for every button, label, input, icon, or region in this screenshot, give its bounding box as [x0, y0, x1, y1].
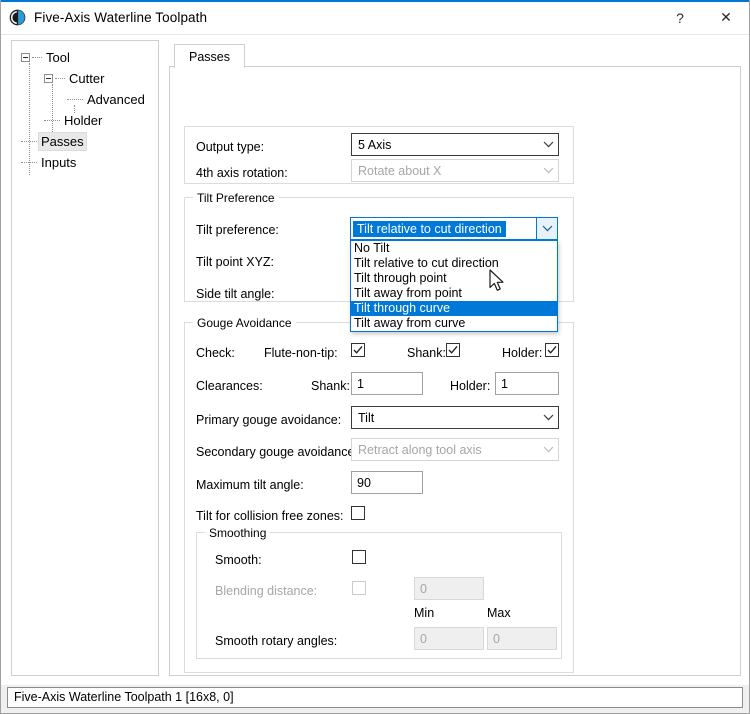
chevron-down-icon — [538, 414, 558, 421]
shank-check-label: Shank: — [407, 346, 446, 360]
title-accent-bar — [1, 0, 749, 2]
blending-distance-label: Blending distance: — [215, 584, 318, 598]
primary-gouge-avoidance-value: Tilt — [358, 410, 375, 425]
close-button[interactable]: ✕ — [703, 2, 749, 34]
sidebar-item-tool[interactable]: Tool — [12, 47, 158, 68]
clearances-label: Clearances: — [196, 379, 263, 393]
blending-distance-checkbox — [352, 581, 366, 595]
tilt-preference-dropdown-list[interactable]: No Tilt Tilt relative to cut direction T… — [350, 240, 558, 332]
sidebar-item-label: Tool — [46, 50, 70, 65]
tilt-for-collision-free-zones-label: Tilt for collision free zones: — [196, 509, 344, 523]
sidebar-item-label: Advanced — [87, 92, 145, 107]
secondary-gouge-avoidance-label: Secondary gouge avoidance: — [196, 445, 358, 459]
maximum-tilt-angle-label: Maximum tilt angle: — [196, 478, 304, 492]
tilt-for-collision-free-zones-checkbox[interactable] — [351, 506, 365, 520]
dropdown-option-tilt-through-curve[interactable]: Tilt through curve — [351, 301, 557, 316]
status-bar: Five-Axis Waterline Toolpath 1 [16x8, 0] — [1, 685, 749, 713]
smooth-label: Smooth: — [215, 553, 262, 567]
tree-connector — [44, 119, 60, 122]
status-text: Five-Axis Waterline Toolpath 1 [16x8, 0] — [7, 686, 743, 708]
fourth-axis-rotation-value: Rotate about X — [358, 163, 442, 178]
blending-distance-input: 0 — [414, 577, 484, 600]
maximum-tilt-angle-input[interactable]: 90 — [351, 471, 423, 494]
primary-gouge-avoidance-label: Primary gouge avoidance: — [196, 413, 342, 427]
dialog-body: Tool Cutter Advanced Holder Passes Input… — [1, 35, 749, 685]
clearance-holder-label: Holder: — [450, 379, 491, 393]
flute-non-tip-label: Flute-non-tip: — [264, 346, 338, 360]
dropdown-option-tilt-relative-to-cut-direction[interactable]: Tilt relative to cut direction — [351, 256, 557, 271]
chevron-down-icon[interactable] — [536, 218, 557, 239]
holder-checkbox[interactable] — [545, 343, 559, 357]
smooth-rotary-angles-min-input: 0 — [414, 627, 484, 650]
clearance-shank-input[interactable]: 1 — [351, 372, 423, 395]
dropdown-option-tilt-away-from-curve[interactable]: Tilt away from curve — [351, 316, 557, 331]
sidebar-item-inputs[interactable]: Inputs — [12, 152, 158, 173]
navigation-tree[interactable]: Tool Cutter Advanced Holder Passes Input… — [11, 40, 159, 676]
tilt-point-xyz-label: Tilt point XYZ: — [196, 255, 275, 269]
tilt-preference-label: Tilt preference: — [196, 223, 279, 237]
help-button[interactable]: ? — [657, 2, 703, 34]
dropdown-option-no-tilt[interactable]: No Tilt — [351, 241, 557, 256]
min-column-label: Min — [414, 606, 435, 620]
tab-passes[interactable]: Passes — [174, 44, 245, 68]
shank-checkbox[interactable] — [446, 343, 460, 357]
smooth-rotary-angles-max-input: 0 — [487, 627, 557, 650]
title-bar: Five-Axis Waterline Toolpath ? ✕ — [1, 0, 749, 35]
expander-icon-cutter[interactable] — [44, 74, 53, 83]
output-panel: Output type: 5 Axis 4th axis rotation: R… — [184, 126, 574, 184]
window-title: Five-Axis Waterline Toolpath — [34, 10, 208, 25]
sidebar-item-label: Cutter — [69, 71, 105, 86]
sidebar-item-label: Passes — [38, 132, 87, 151]
primary-gouge-avoidance-combo[interactable]: Tilt — [351, 406, 559, 429]
secondary-gouge-avoidance-value: Retract along tool axis — [358, 442, 482, 457]
output-type-label: Output type: — [196, 140, 265, 154]
clearance-shank-label: Shank: — [311, 379, 350, 393]
sidebar-item-label: Inputs — [41, 155, 77, 170]
tilt-preference-group-title: Tilt Preference — [193, 191, 279, 205]
holder-check-label: Holder: — [502, 346, 543, 360]
tilt-preference-value: Tilt relative to cut direction — [353, 220, 506, 237]
sidebar-item-label: Holder — [64, 113, 103, 128]
expander-icon-tool[interactable] — [21, 53, 30, 62]
output-type-value: 5 Axis — [358, 137, 392, 152]
fourth-axis-rotation-label: 4th axis rotation: — [196, 166, 288, 180]
check-label: Check: — [196, 346, 235, 360]
secondary-gouge-avoidance-combo: Retract along tool axis — [351, 438, 559, 461]
dialog-window: Five-Axis Waterline Toolpath ? ✕ Tool Cu… — [0, 0, 750, 714]
max-column-label: Max — [487, 606, 511, 620]
sidebar-item-advanced[interactable]: Advanced — [12, 89, 158, 110]
chevron-down-icon — [538, 141, 558, 148]
tab-panel-passes: Output type: 5 Axis 4th axis rotation: R… — [169, 66, 741, 676]
chevron-down-icon — [538, 446, 558, 453]
chevron-down-icon — [538, 167, 558, 174]
gouge-avoidance-group: Gouge Avoidance Check: Flute-non-tip: Sh… — [184, 316, 574, 673]
app-logo-icon — [7, 8, 27, 28]
flute-non-tip-checkbox[interactable] — [351, 343, 365, 357]
side-tilt-angle-label: Side tilt angle: — [196, 287, 275, 301]
tree-connector — [55, 77, 65, 80]
tilt-preference-combo[interactable]: Tilt relative to cut direction — [350, 217, 558, 240]
dropdown-option-tilt-through-point[interactable]: Tilt through point — [351, 271, 557, 286]
tree-connector — [32, 56, 42, 59]
smoothing-group: Smoothing Smooth: Blending distance: 0 M… — [196, 526, 562, 659]
clearance-holder-input[interactable]: 1 — [495, 372, 559, 395]
smooth-checkbox[interactable] — [352, 550, 366, 564]
tree-connector — [67, 98, 83, 101]
gouge-avoidance-group-title: Gouge Avoidance — [193, 316, 296, 330]
tree-connector — [21, 140, 37, 143]
sidebar-item-holder[interactable]: Holder — [12, 110, 158, 131]
fourth-axis-rotation-combo: Rotate about X — [351, 159, 559, 182]
output-type-combo[interactable]: 5 Axis — [351, 133, 559, 156]
sidebar-item-passes[interactable]: Passes — [12, 131, 158, 152]
tab-strip: Passes — [169, 40, 741, 68]
smoothing-group-title: Smoothing — [205, 526, 271, 540]
tab-area: Passes Output type: 5 Axis 4th axis rota… — [169, 40, 741, 676]
tree-connector — [21, 161, 37, 164]
smooth-rotary-angles-label: Smooth rotary angles: — [215, 634, 338, 648]
dropdown-option-tilt-away-from-point[interactable]: Tilt away from point — [351, 286, 557, 301]
sidebar-item-cutter[interactable]: Cutter — [12, 68, 158, 89]
